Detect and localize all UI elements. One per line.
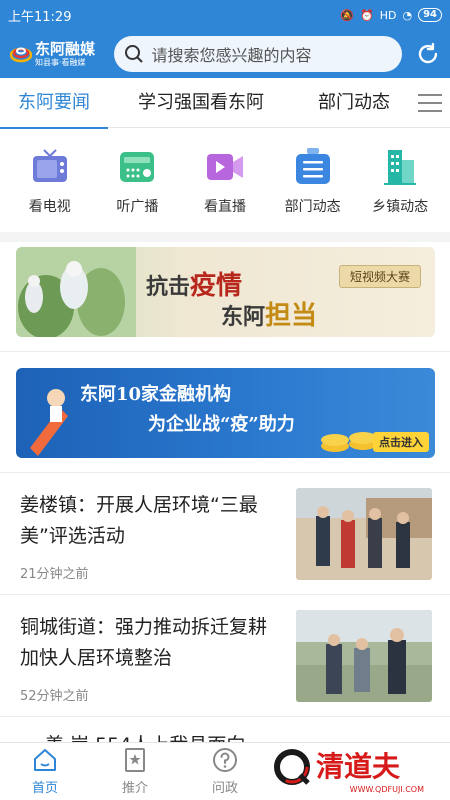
status-icons: 🔕 ⏰ HD ◔ 94 bbox=[340, 8, 442, 22]
watermark: 清道夫 WWW.QDFUJI.COM bbox=[272, 740, 442, 794]
divider bbox=[0, 472, 450, 473]
news-thumbnail bbox=[296, 610, 432, 702]
enter-button[interactable]: 点击进入 bbox=[373, 432, 429, 452]
video-icon bbox=[206, 154, 243, 180]
category-department[interactable]: 部门动态 bbox=[273, 136, 353, 232]
refresh-icon[interactable] bbox=[416, 42, 440, 66]
category-label: 听广播 bbox=[116, 199, 159, 215]
search-bar[interactable]: 请搜索您感兴趣的内容 bbox=[113, 36, 403, 72]
tab-study[interactable]: 学习强国看东阿 bbox=[138, 78, 264, 128]
nav-question[interactable]: 问政 bbox=[180, 743, 270, 800]
banner-photo bbox=[16, 247, 136, 337]
category-label: 看电视 bbox=[28, 199, 71, 215]
category-label: 部门动态 bbox=[284, 199, 341, 215]
recommend-icon bbox=[125, 748, 145, 772]
department-icon bbox=[295, 148, 330, 184]
divider bbox=[0, 716, 450, 717]
divider bbox=[0, 351, 450, 352]
divider bbox=[0, 594, 450, 595]
banner1-line1-text: 抗击 bbox=[146, 274, 191, 300]
banner-finance[interactable]: 东阿10家金融机构 为企业战“疫”助力 点击进入 bbox=[16, 368, 435, 458]
news-time: 21分钟之前 bbox=[20, 567, 89, 582]
menu-icon[interactable] bbox=[418, 92, 442, 114]
radio-icon bbox=[120, 152, 155, 182]
home-icon bbox=[34, 749, 56, 771]
rocket-icon bbox=[30, 389, 68, 456]
category-label: 看直播 bbox=[203, 199, 246, 215]
news-thumbnail bbox=[296, 488, 432, 580]
tab-news[interactable]: 东阿要闻 bbox=[0, 78, 108, 129]
banner-epidemic[interactable]: 抗击疫情 东阿担当 短视频大赛 bbox=[16, 247, 435, 337]
banner1-line2-text: 东阿 bbox=[221, 304, 266, 330]
banner2-line2: 为企业战“疫”助力 bbox=[148, 414, 295, 435]
status-time: 上午11:29 bbox=[8, 9, 72, 25]
tv-icon bbox=[32, 149, 67, 182]
category-live[interactable]: 看直播 bbox=[185, 136, 265, 232]
app-logo: 东阿融媒 知县事·看融媒 bbox=[10, 34, 102, 74]
banner1-tag: 短视频大赛 bbox=[338, 265, 421, 288]
category-radio[interactable]: 听广播 bbox=[97, 136, 177, 232]
category-tv[interactable]: 看电视 bbox=[10, 136, 90, 232]
news-item[interactable]: 姜楼镇：开展人居环境“三最美”评选活动 21分钟之前 bbox=[0, 474, 450, 594]
mute-icon: 🔕 bbox=[340, 8, 355, 22]
section-divider bbox=[0, 232, 450, 242]
nav-recommend[interactable]: 推介 bbox=[90, 743, 180, 800]
category-label: 乡镇动态 bbox=[372, 199, 429, 215]
category-grid: 看电视 听广播 看直播 部门动态 乡镇动态 bbox=[0, 136, 450, 232]
banner1-line2-highlight: 担当 bbox=[265, 301, 318, 331]
news-time: 52分钟之前 bbox=[20, 689, 89, 704]
wifi-icon: ◔ bbox=[402, 8, 413, 22]
tab-department[interactable]: 部门动态 bbox=[318, 78, 390, 128]
question-icon bbox=[213, 748, 237, 772]
search-placeholder: 请搜索您感兴趣的内容 bbox=[151, 46, 312, 65]
banner1-line2: 东阿担当 bbox=[221, 295, 317, 332]
watermark-url: WWW.QDFUJI.COM bbox=[349, 785, 424, 794]
status-bar: 上午11:29 🔕 ⏰ HD ◔ 94 bbox=[0, 0, 450, 30]
nav-label: 首页 bbox=[31, 781, 58, 796]
watermark-text: 清道夫 bbox=[316, 750, 401, 783]
logo-title: 东阿融媒 bbox=[35, 39, 96, 58]
category-town[interactable]: 乡镇动态 bbox=[360, 136, 440, 232]
news-title: 姜楼镇：开展人居环境“三最美”评选活动 bbox=[20, 494, 258, 547]
logo-mark-icon bbox=[10, 47, 32, 63]
watermark-logo-icon bbox=[274, 749, 310, 785]
app-header: 东阿融媒 知县事·看融媒 请搜索您感兴趣的内容 bbox=[0, 30, 450, 78]
search-icon bbox=[124, 45, 143, 63]
logo-subtitle: 知县事·看融媒 bbox=[35, 57, 86, 67]
battery-icon: 94 bbox=[418, 8, 442, 22]
alarm-icon: ⏰ bbox=[360, 8, 374, 22]
channel-tabs: 东阿要闻 学习强国看东阿 部门动态 bbox=[0, 78, 450, 129]
nav-label: 推介 bbox=[121, 781, 148, 796]
signal-icon: HD bbox=[379, 8, 397, 22]
banner2-line1: 东阿10家金融机构 bbox=[80, 384, 232, 405]
news-title: 铜城街道：强力推动拆迁复耕 加快人居环境整治 bbox=[20, 616, 268, 669]
nav-home[interactable]: 首页 bbox=[0, 743, 90, 800]
nav-label: 问政 bbox=[211, 781, 238, 796]
news-item[interactable]: 铜城街道：强力推动拆迁复耕 加快人居环境整治 52分钟之前 bbox=[0, 596, 450, 716]
town-icon bbox=[384, 150, 417, 185]
